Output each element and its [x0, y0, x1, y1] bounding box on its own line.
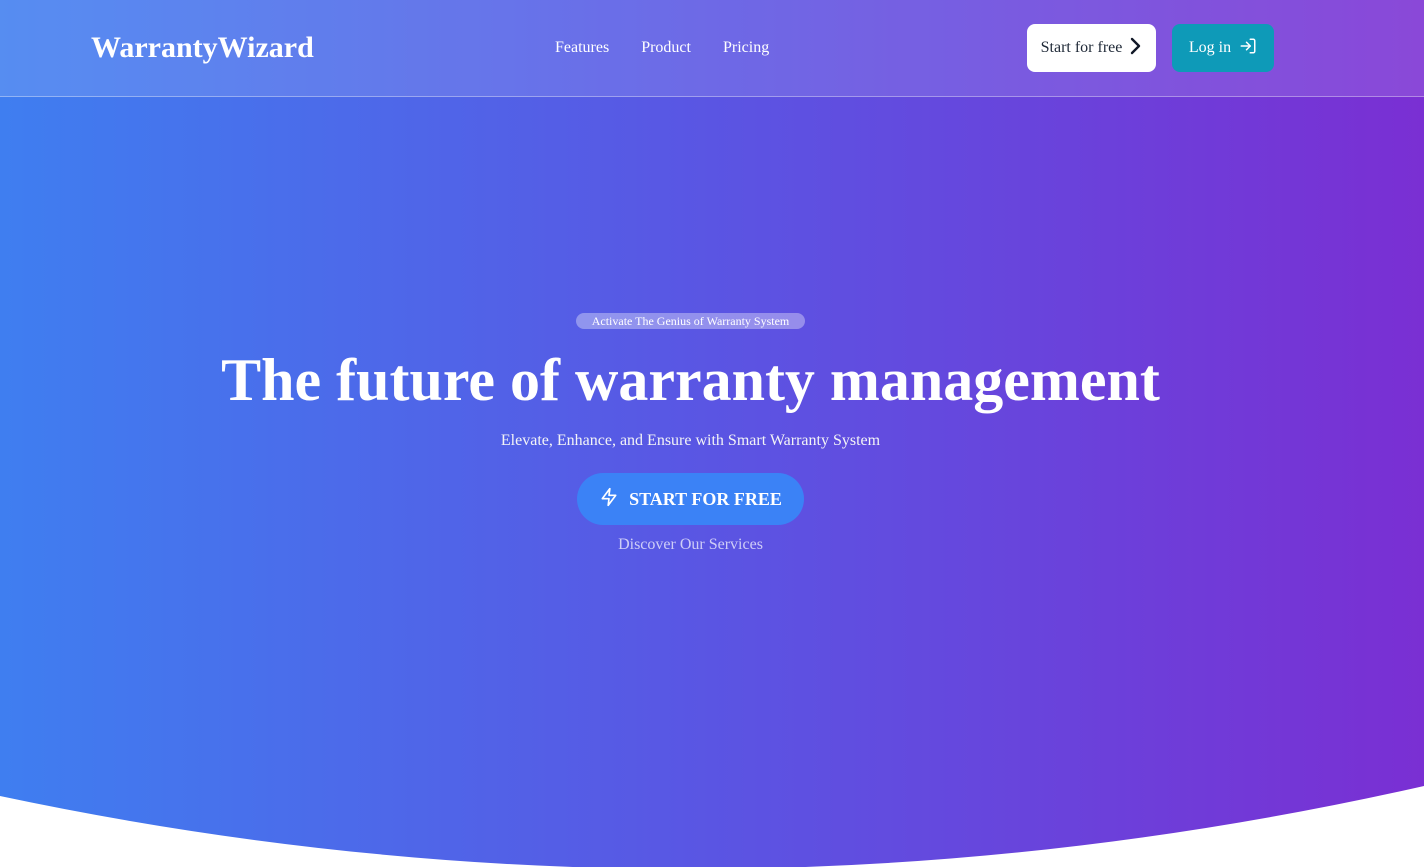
log-in-button[interactable]: Log in [1172, 24, 1274, 72]
hero-subtitle: Elevate, Enhance, and Ensure with Smart … [500, 432, 881, 449]
chevron-right-icon [1128, 37, 1142, 60]
top-navbar: WarrantyWizard Features Product Pricing … [0, 0, 1424, 97]
hero-headline: The future of warranty management [221, 347, 1160, 413]
nav-link-product[interactable]: Product [641, 36, 691, 60]
nav-link-features[interactable]: Features [555, 36, 609, 60]
hero-bottom-wave [0, 786, 1424, 867]
start-for-free-cta-button[interactable]: START FOR FREE [577, 473, 804, 525]
nav-links: Features Product Pricing [555, 36, 769, 60]
nav-link-pricing[interactable]: Pricing [723, 36, 769, 60]
log-in-label: Log in [1188, 39, 1232, 56]
log-in-icon [1239, 37, 1257, 60]
lightning-icon [599, 487, 619, 512]
cta-label: START FOR FREE [629, 488, 782, 509]
hero-section: WarrantyWizard Features Product Pricing … [0, 0, 1424, 867]
hero-badge: Activate The Genius of Warranty System [576, 313, 805, 329]
start-for-free-button[interactable]: Start for free [1027, 24, 1156, 72]
brand-logo[interactable]: WarrantyWizard [91, 28, 314, 68]
discover-services-link[interactable]: Discover Our Services [0, 534, 1381, 556]
start-for-free-label: Start for free [1040, 39, 1123, 56]
